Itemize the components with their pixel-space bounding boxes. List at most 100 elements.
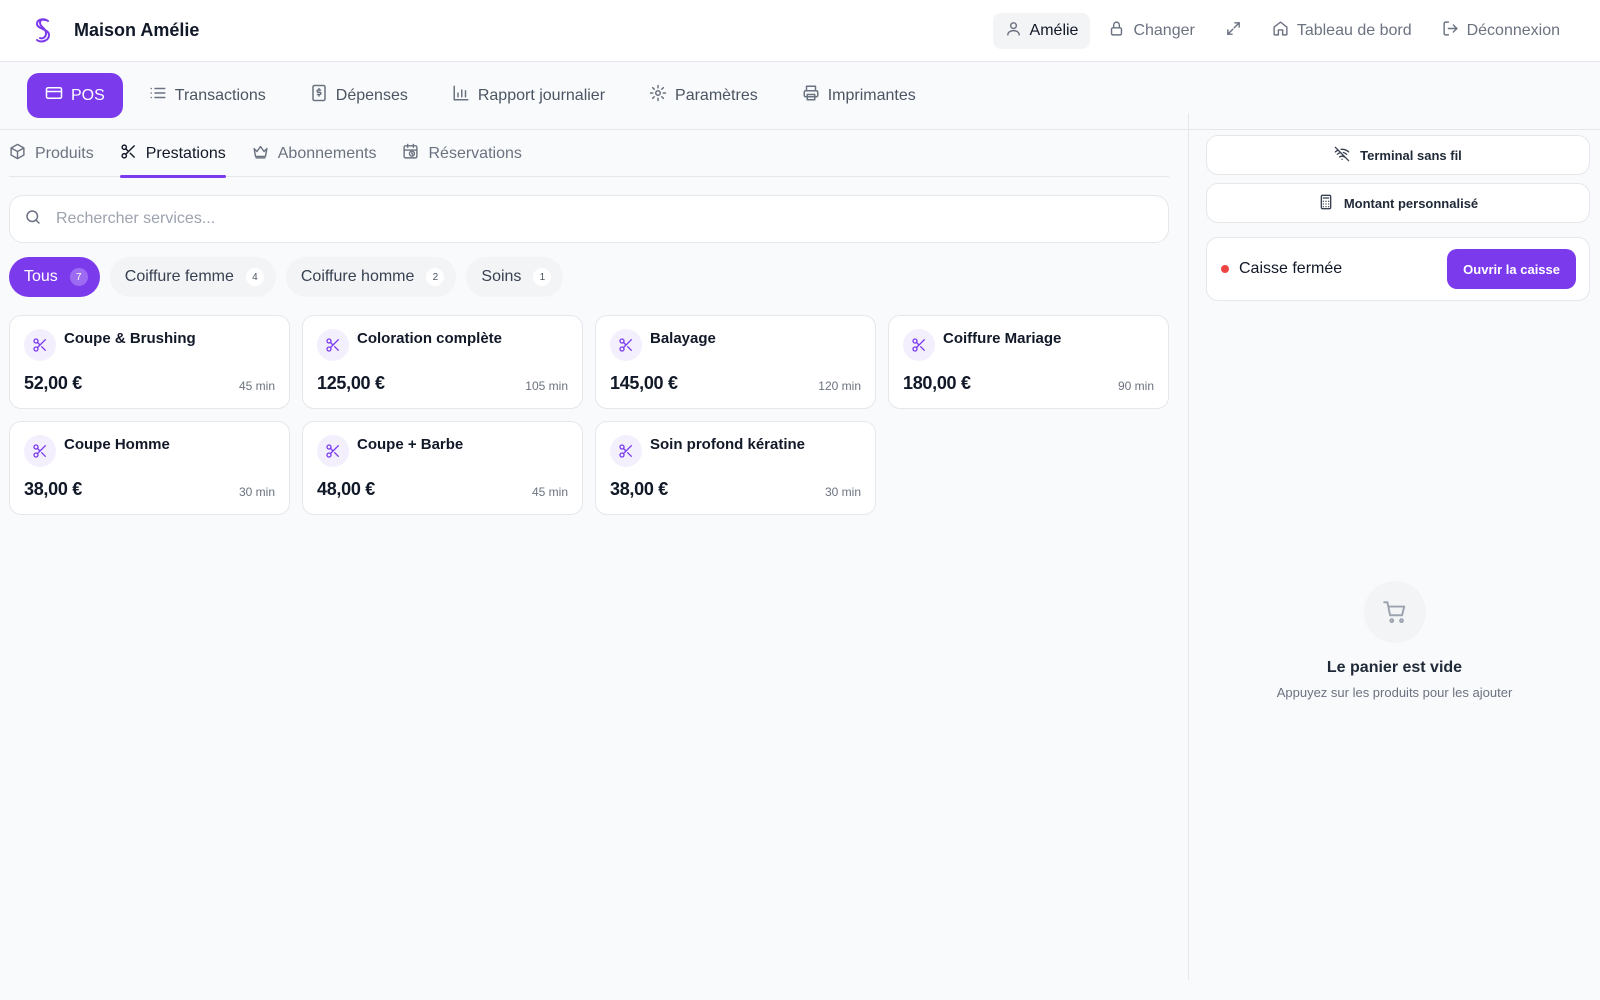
tab-label: Produits	[35, 144, 94, 162]
service-duration: 30 min	[238, 485, 275, 499]
brand: Maison Amélie	[30, 16, 199, 46]
wireless-terminal-label: Terminal sans fil	[1360, 147, 1462, 163]
service-card[interactable]: Coloration complète 125,00 € 105 min	[302, 315, 583, 409]
user-icon	[1005, 20, 1022, 42]
filter-label: Soins	[481, 268, 522, 285]
nav-item-transactions[interactable]: Transactions	[131, 73, 284, 118]
filter-count-badge: 7	[69, 268, 88, 286]
service-card[interactable]: Coupe & Brushing 52,00 € 45 min	[9, 315, 290, 409]
current-user-label: Amélie	[1029, 21, 1079, 39]
filter-men-hair[interactable]: Coiffure homme 2	[285, 257, 457, 297]
wifi-off-icon	[1334, 146, 1350, 165]
bar-chart-icon	[452, 84, 470, 107]
service-price: 145,00 €	[610, 373, 678, 393]
dashboard-label: Tableau de bord	[1296, 21, 1412, 39]
service-price: 38,00 €	[24, 479, 82, 499]
search-icon	[24, 208, 42, 231]
top-bar: Maison Amélie Amélie Changer Tableau de …	[0, 0, 1600, 62]
wireless-terminal-button[interactable]: Terminal sans fil	[1206, 135, 1590, 175]
dashboard-button[interactable]: Tableau de bord	[1260, 13, 1424, 49]
filter-women-hair[interactable]: Coiffure femme 4	[109, 257, 276, 297]
filter-count-badge: 4	[245, 268, 264, 286]
catalog-area: Produits Prestations Abonnements Réserva…	[0, 131, 1188, 1000]
service-card[interactable]: Coiffure Mariage 180,00 € 90 min	[888, 315, 1169, 409]
nav-item-pos[interactable]: POS	[27, 73, 123, 118]
register-status-card: Caisse fermée Ouvrir la caisse	[1206, 237, 1590, 301]
switch-user-button[interactable]: Changer	[1096, 13, 1206, 49]
cart-panel: Terminal sans fil Montant personnalisé C…	[1189, 131, 1600, 1000]
scissors-icon	[903, 329, 935, 361]
service-name: Soin profond kératine	[650, 436, 806, 453]
receipt-icon	[310, 84, 328, 107]
s-logo-icon	[30, 16, 56, 46]
brand-name: Maison Amélie	[74, 20, 200, 40]
home-icon	[1272, 20, 1289, 42]
scissors-icon	[317, 329, 349, 361]
tab-subscriptions[interactable]: Abonnements	[252, 131, 377, 177]
list-icon	[149, 84, 167, 107]
filter-count-badge: 1	[533, 268, 552, 286]
service-price: 125,00 €	[317, 373, 385, 393]
service-price: 48,00 €	[317, 479, 375, 499]
service-name: Balayage	[650, 330, 716, 347]
calendar-clock-icon	[402, 143, 419, 165]
nav-item-settings[interactable]: Paramètres	[631, 73, 776, 118]
calculator-icon	[1318, 194, 1334, 213]
lock-icon	[1108, 20, 1125, 42]
tab-services[interactable]: Prestations	[119, 131, 226, 178]
tab-label: Prestations	[145, 144, 226, 162]
open-register-button[interactable]: Ouvrir la caisse	[1447, 249, 1576, 289]
scissors-icon	[24, 435, 56, 467]
service-card[interactable]: Coupe + Barbe 48,00 € 45 min	[302, 421, 583, 515]
scissors-icon	[317, 435, 349, 467]
empty-cart: Le panier est vide Appuyez sur les produ…	[1189, 581, 1600, 700]
service-price: 180,00 €	[903, 373, 971, 393]
filter-care[interactable]: Soins 1	[466, 257, 564, 297]
filter-label: Coiffure homme	[300, 268, 415, 285]
service-card[interactable]: Balayage 145,00 € 120 min	[595, 315, 876, 409]
category-filters: Tous 7 Coiffure femme 4 Coiffure homme 2…	[9, 257, 564, 297]
nav-item-expenses[interactable]: Dépenses	[292, 73, 426, 118]
top-actions: Amélie Changer Tableau de bord Déconnexi…	[992, 12, 1572, 49]
service-name: Coloration complète	[357, 330, 503, 347]
filter-all[interactable]: Tous 7	[9, 257, 100, 297]
fullscreen-button[interactable]	[1213, 13, 1254, 49]
tab-label: Abonnements	[277, 144, 377, 162]
nav-item-daily-report[interactable]: Rapport journalier	[434, 73, 623, 118]
service-duration: 105 min	[525, 379, 568, 393]
box-icon	[9, 143, 26, 165]
nav-item-label: Transactions	[174, 86, 266, 104]
empty-cart-subtitle: Appuyez sur les produits pour les ajoute…	[1276, 685, 1513, 700]
cart-icon	[1363, 581, 1426, 643]
custom-amount-button[interactable]: Montant personnalisé	[1206, 183, 1590, 223]
empty-cart-title: Le panier est vide	[1326, 659, 1463, 676]
nav-item-label: Rapport journalier	[477, 86, 606, 104]
main-nav: POS Transactions Dépenses Rapport journa…	[0, 62, 1600, 130]
tab-reservations[interactable]: Réservations	[402, 131, 522, 177]
logout-label: Déconnexion	[1466, 21, 1560, 39]
service-duration: 45 min	[238, 379, 275, 393]
search-input[interactable]	[56, 210, 1136, 228]
register-status-dot	[1221, 265, 1229, 273]
service-card[interactable]: Soin profond kératine 38,00 € 30 min	[595, 421, 876, 515]
custom-amount-label: Montant personnalisé	[1343, 195, 1479, 211]
card-icon	[45, 84, 63, 107]
switch-user-label: Changer	[1133, 21, 1195, 39]
tab-products[interactable]: Produits	[9, 131, 94, 177]
service-duration: 30 min	[824, 485, 861, 499]
expand-icon	[1225, 20, 1242, 42]
printer-icon	[802, 84, 820, 107]
service-duration: 45 min	[531, 485, 568, 499]
filter-label: Coiffure femme	[124, 268, 234, 285]
nav-item-label: Paramètres	[675, 86, 758, 104]
service-card[interactable]: Coupe Homme 38,00 € 30 min	[9, 421, 290, 515]
service-name: Coupe Homme	[64, 436, 170, 453]
tab-label: Réservations	[428, 144, 522, 162]
nav-item-printers[interactable]: Imprimantes	[784, 73, 934, 118]
catalog-tabs: Produits Prestations Abonnements Réserva…	[9, 131, 1169, 178]
nav-item-label: POS	[71, 86, 105, 104]
service-name: Coiffure Mariage	[943, 330, 1062, 347]
scissors-icon	[610, 329, 642, 361]
logout-button[interactable]: Déconnexion	[1430, 13, 1572, 49]
current-user-button[interactable]: Amélie	[992, 12, 1091, 49]
